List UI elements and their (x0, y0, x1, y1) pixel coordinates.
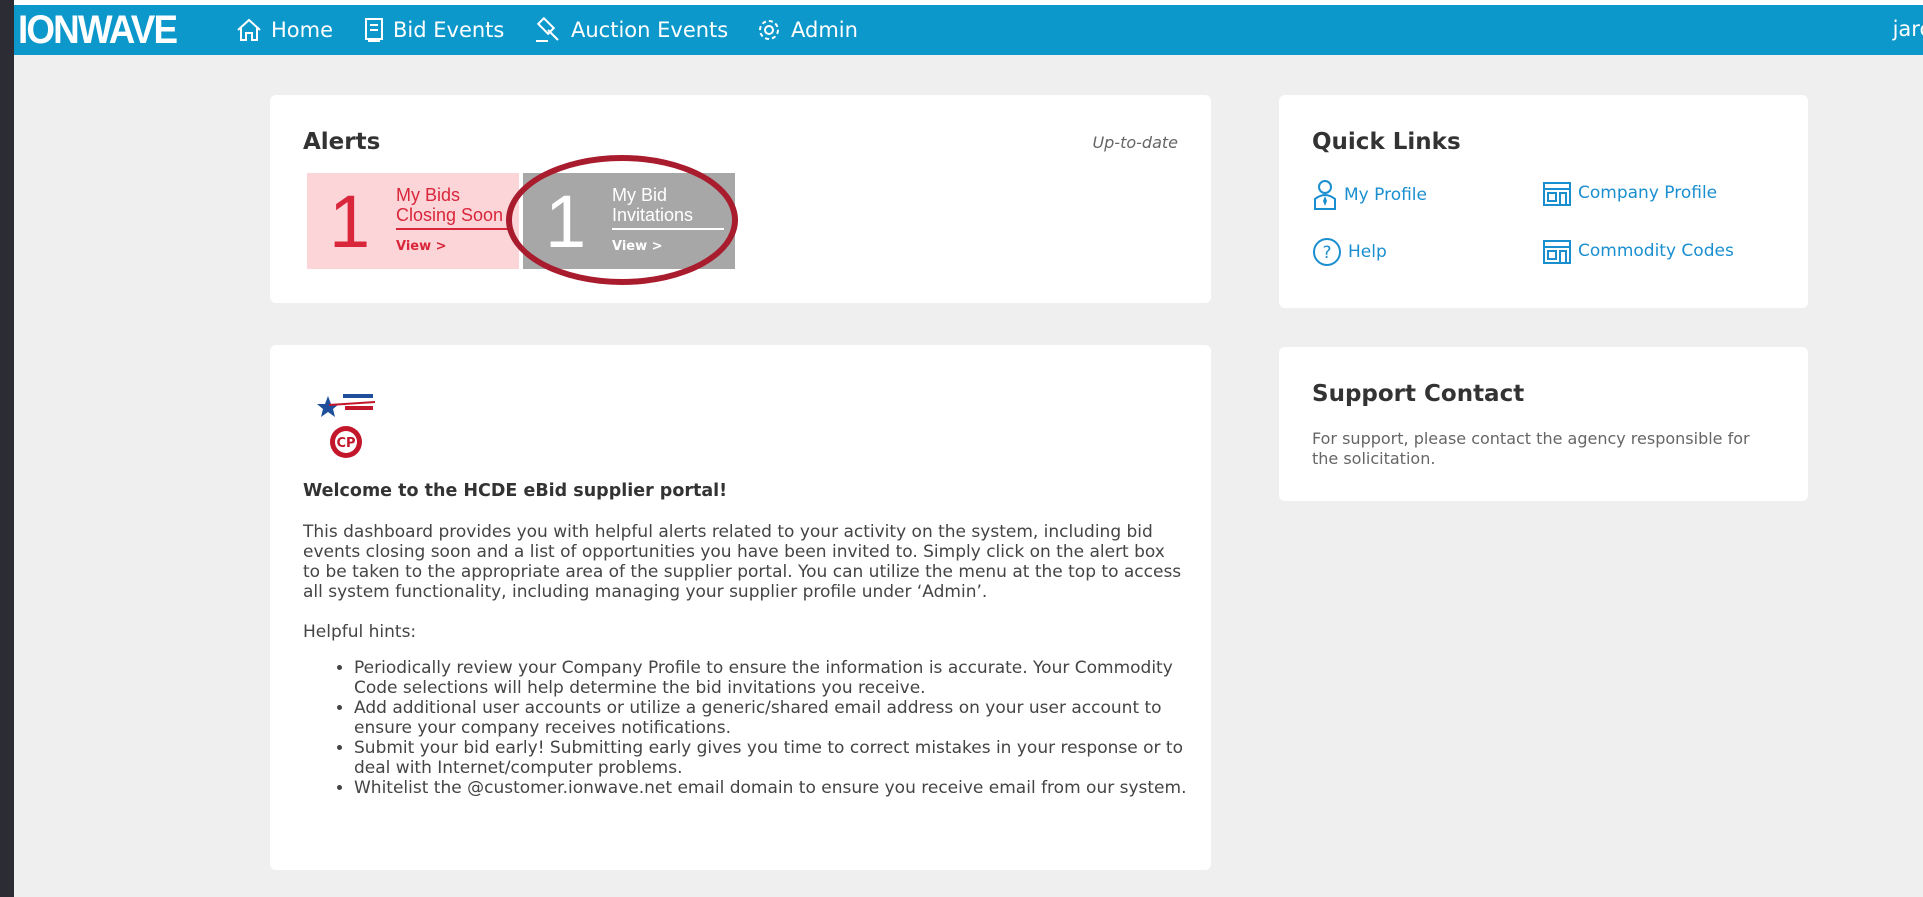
gavel-icon (536, 17, 559, 42)
svg-text:?: ? (1322, 243, 1331, 263)
building-icon (1543, 240, 1571, 264)
home-icon (237, 18, 261, 41)
browser-viewport: IONWAVE Home Bid Events Auction Events A… (14, 0, 1923, 897)
hint-item: Add additional user accounts or utilize … (354, 698, 1209, 738)
nav-auction-events-label: Auction Events (571, 18, 729, 42)
building-icon (1543, 182, 1571, 206)
alerts-status: Up-to-date (1092, 133, 1178, 152)
nav-admin[interactable]: Admin (756, 15, 858, 45)
hint-item: Periodically review your Company Profile… (354, 658, 1209, 698)
agency-logo-icon: CP (317, 394, 376, 458)
hint-item: Whitelist the @customer.ionwave.net emai… (354, 778, 1209, 798)
alert-bid-invitations[interactable]: 1 My Bid Invitations View > (523, 173, 735, 269)
alert-count: 1 (545, 180, 587, 263)
top-navbar: IONWAVE Home Bid Events Auction Events A… (14, 5, 1923, 55)
alert-label-line2: Closing Soon (396, 205, 504, 225)
alert-bids-closing-soon[interactable]: 1 My Bids Closing Soon View > (307, 173, 519, 269)
ionwave-logo[interactable]: IONWAVE (18, 9, 178, 51)
user-icon (1314, 180, 1336, 210)
alerts-card: Alerts Up-to-date 1 My Bids Closing Soon… (270, 95, 1211, 303)
welcome-body: This dashboard provides you with helpful… (303, 522, 1182, 602)
quick-link-label: Commodity Codes (1578, 241, 1734, 261)
quick-link-help[interactable]: ? Help (1312, 237, 1387, 267)
alert-label-line1: My Bid (612, 185, 668, 205)
support-contact-card: Support Contact For support, please cont… (1279, 347, 1808, 501)
alert-view-link[interactable]: View > (396, 239, 447, 254)
help-icon: ? (1313, 238, 1341, 266)
nav-auction-events[interactable]: Auction Events (534, 15, 728, 45)
support-contact-title: Support Contact (1312, 381, 1525, 407)
alert-label-line1: My Bids (396, 185, 461, 205)
quick-link-label: Help (1348, 242, 1387, 262)
alert-label-line2: Invitations (612, 205, 694, 225)
nav-home-label: Home (271, 18, 334, 42)
svg-text:CP: CP (336, 436, 355, 451)
nav-bid-events-label: Bid Events (393, 18, 505, 42)
support-contact-text: For support, please contact the agency r… (1312, 429, 1750, 468)
quick-links-card: Quick Links My Profile Company Profile ? (1279, 95, 1808, 308)
user-menu[interactable]: jarc (1893, 17, 1923, 41)
quick-links-title: Quick Links (1312, 129, 1461, 155)
nav-bid-events[interactable]: Bid Events (364, 15, 504, 45)
alerts-title: Alerts (303, 129, 381, 155)
quick-link-my-profile[interactable]: My Profile (1312, 179, 1427, 211)
quick-link-commodity-codes[interactable]: Commodity Codes (1542, 237, 1734, 265)
hints-list: Periodically review your Company Profile… (320, 658, 1209, 798)
nav-home[interactable]: Home (236, 15, 333, 45)
document-icon (365, 18, 383, 42)
welcome-heading: Welcome to the HCDE eBid supplier portal… (303, 481, 728, 501)
alert-view-link[interactable]: View > (612, 239, 663, 254)
alert-label: My Bid Invitations (612, 185, 724, 230)
nav-admin-label: Admin (791, 18, 858, 42)
quick-link-company-profile[interactable]: Company Profile (1542, 179, 1717, 207)
quick-link-label: Company Profile (1578, 183, 1718, 203)
hints-label: Helpful hints: (303, 622, 417, 642)
alert-count: 1 (329, 180, 371, 263)
welcome-card: CP Welcome to the HCDE eBid supplier por… (270, 345, 1211, 870)
quick-link-label: My Profile (1344, 185, 1427, 205)
alert-label: My Bids Closing Soon (396, 185, 511, 230)
hint-item: Submit your bid early! Submitting early … (354, 738, 1209, 778)
gear-icon (759, 20, 779, 40)
